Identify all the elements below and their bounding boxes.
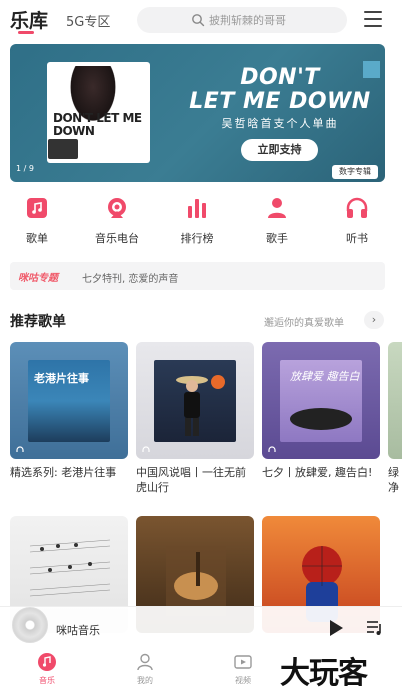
category-label: 听书 <box>346 232 368 245</box>
search-icon <box>192 14 205 27</box>
chevron-right-icon[interactable]: › <box>364 311 384 329</box>
video-icon <box>234 655 252 669</box>
headphone-icon <box>346 197 368 218</box>
digital-album-tag: 数字专辑 <box>332 165 378 179</box>
search-input[interactable]: 披荆斩棘的哥哥 <box>137 7 347 33</box>
banner-pager: 1 / 9 <box>16 164 34 173</box>
banner-title: DON'T LET ME DOWN <box>185 66 375 114</box>
playlist-card-peek[interactable] <box>388 342 402 459</box>
playlist-cover <box>136 342 254 459</box>
top-bar: 乐库 5G专区 披荆斩棘的哥哥 <box>0 0 402 40</box>
category-chart[interactable]: 排行榜 <box>162 196 232 246</box>
singer-icon <box>268 198 286 218</box>
headphone-small-icon <box>142 446 150 452</box>
menu-icon[interactable] <box>364 11 382 27</box>
headphone-small-icon <box>16 446 24 452</box>
playlist-card[interactable]: 老港片往事 精选系列: 老港片往事 <box>10 342 128 480</box>
mini-player[interactable]: 咪咕音乐 <box>0 606 402 650</box>
banner-title-line1: DON'T <box>240 65 320 90</box>
topic-strip[interactable]: 咪咕专题 七夕特刊, 恋爱的声音 <box>10 262 385 290</box>
disc-icon[interactable] <box>12 607 48 643</box>
watermark-logo: 大玩客 <box>280 656 368 691</box>
playlist-name-peek: 绿净 <box>388 466 399 494</box>
banner-subtitle: 吴哲晗首支个人单曲 <box>221 117 339 130</box>
nav-label: 音乐 <box>39 676 55 685</box>
playlist-cover: 老港片往事 <box>10 342 128 459</box>
vinyl-record-image <box>290 408 352 430</box>
playlist-queue-icon[interactable] <box>366 620 384 636</box>
music-icon <box>38 653 56 671</box>
support-button[interactable]: 立即支持 <box>241 139 318 161</box>
playlist-name: 中国风说唱丨一往无前虎山行 <box>136 466 246 494</box>
category-label: 歌单 <box>26 232 48 245</box>
active-tab-indicator <box>18 31 34 34</box>
nav-label: 视频 <box>235 676 251 685</box>
rapper-figure-icon <box>176 375 225 436</box>
playlist-name: 七夕丨放肆爱, 趣告白! <box>262 466 373 479</box>
profile-icon <box>137 653 153 671</box>
playlist-cover: 放肆爱 趣告白 <box>262 342 380 459</box>
chart-icon <box>188 199 206 218</box>
section-title: 推荐歌单 <box>10 314 66 330</box>
promo-banner[interactable]: DON'T LET ME DOWN DON'T LET ME DOWN 吴哲晗首… <box>10 44 385 182</box>
cover-text: 放肆爱 趣告白 <box>290 370 360 383</box>
tape-recorder-image <box>48 139 78 159</box>
playlist-card[interactable]: 放肆爱 趣告白 七夕丨放肆爱, 趣告白! <box>262 342 380 480</box>
playlist-name: 精选系列: 老港片往事 <box>10 466 117 479</box>
topic-badge: 咪咕专题 <box>18 273 58 284</box>
cover-art: 老港片往事 <box>28 360 110 442</box>
section-more-link[interactable]: 邂逅你的真爱歌单 <box>264 314 344 329</box>
nav-music[interactable]: 音乐 <box>17 652 77 686</box>
nav-profile[interactable]: 我的 <box>115 652 175 686</box>
radio-icon <box>108 198 126 218</box>
playlist-card[interactable]: 中国风说唱丨一往无前虎山行 <box>136 342 254 495</box>
topic-text: 七夕特刊, 恋爱的声音 <box>82 274 179 285</box>
playlist-icon <box>27 198 47 218</box>
cover-art <box>154 360 236 442</box>
category-playlist[interactable]: 歌单 <box>2 196 72 246</box>
category-nav: 歌单 音乐电台 排行榜 歌手 听书 <box>0 196 402 250</box>
search-placeholder: 披荆斩棘的哥哥 <box>209 14 286 27</box>
cover-text: 老港片往事 <box>34 372 89 385</box>
player-track-title: 咪咕音乐 <box>56 624 100 637</box>
category-label: 音乐电台 <box>95 232 139 245</box>
category-audiobook[interactable]: 听书 <box>322 196 392 246</box>
album-cover-text: DON'T LET ME DOWN <box>53 111 142 138</box>
banner-title-line2: LET ME DOWN <box>189 89 371 114</box>
tab-5g-zone[interactable]: 5G专区 <box>66 11 110 30</box>
category-radio[interactable]: 音乐电台 <box>82 196 152 246</box>
nav-label: 我的 <box>137 676 153 685</box>
headphone-small-icon <box>268 446 276 452</box>
category-singer[interactable]: 歌手 <box>242 196 312 246</box>
category-label: 排行榜 <box>180 232 214 245</box>
tab-music-library[interactable]: 乐库 <box>10 6 48 33</box>
cover-art: 放肆爱 趣告白 <box>280 360 362 442</box>
nav-video[interactable]: 视频 <box>213 652 273 686</box>
play-icon[interactable] <box>330 620 343 636</box>
category-label: 歌手 <box>266 232 288 245</box>
